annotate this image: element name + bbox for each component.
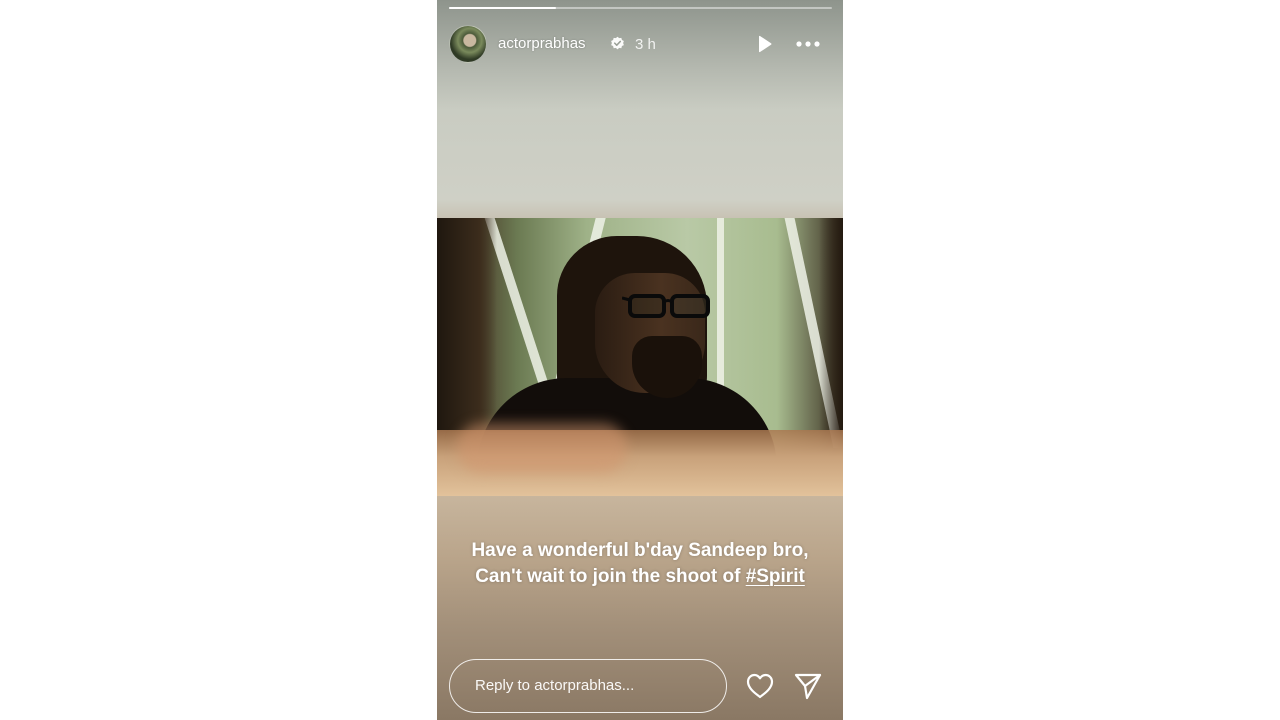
caption-line-2-text: Can't wait to join the shoot of bbox=[475, 566, 746, 587]
send-icon[interactable] bbox=[793, 672, 823, 700]
caption-line-1: Have a wonderful b'day Sandeep bro, bbox=[471, 540, 809, 561]
eyeglasses bbox=[622, 294, 710, 318]
story-header: actorprabhas 3 h bbox=[449, 24, 831, 64]
foreground-blur bbox=[457, 423, 627, 473]
username-link[interactable]: actorprabhas bbox=[498, 35, 586, 52]
verified-badge-icon bbox=[611, 36, 624, 50]
story-viewer: actorprabhas 3 h Have a wonderful b'day … bbox=[437, 0, 843, 720]
heart-icon[interactable] bbox=[745, 672, 775, 700]
story-progress-fill bbox=[449, 7, 557, 9]
caption-line-2: Can't wait to join the shoot of #Spirit bbox=[437, 564, 843, 590]
hashtag-link[interactable]: #Spirit bbox=[746, 566, 805, 587]
story-timestamp: 3 h bbox=[635, 36, 656, 53]
story-caption: Have a wonderful b'day Sandeep bro, Can'… bbox=[437, 538, 843, 590]
profile-avatar[interactable] bbox=[449, 25, 487, 63]
play-icon[interactable] bbox=[754, 34, 774, 54]
more-options-icon[interactable] bbox=[794, 34, 822, 54]
story-photo bbox=[437, 218, 843, 496]
reply-input[interactable]: Reply to actorprabhas... bbox=[449, 659, 727, 713]
story-progress-bar bbox=[449, 7, 832, 9]
